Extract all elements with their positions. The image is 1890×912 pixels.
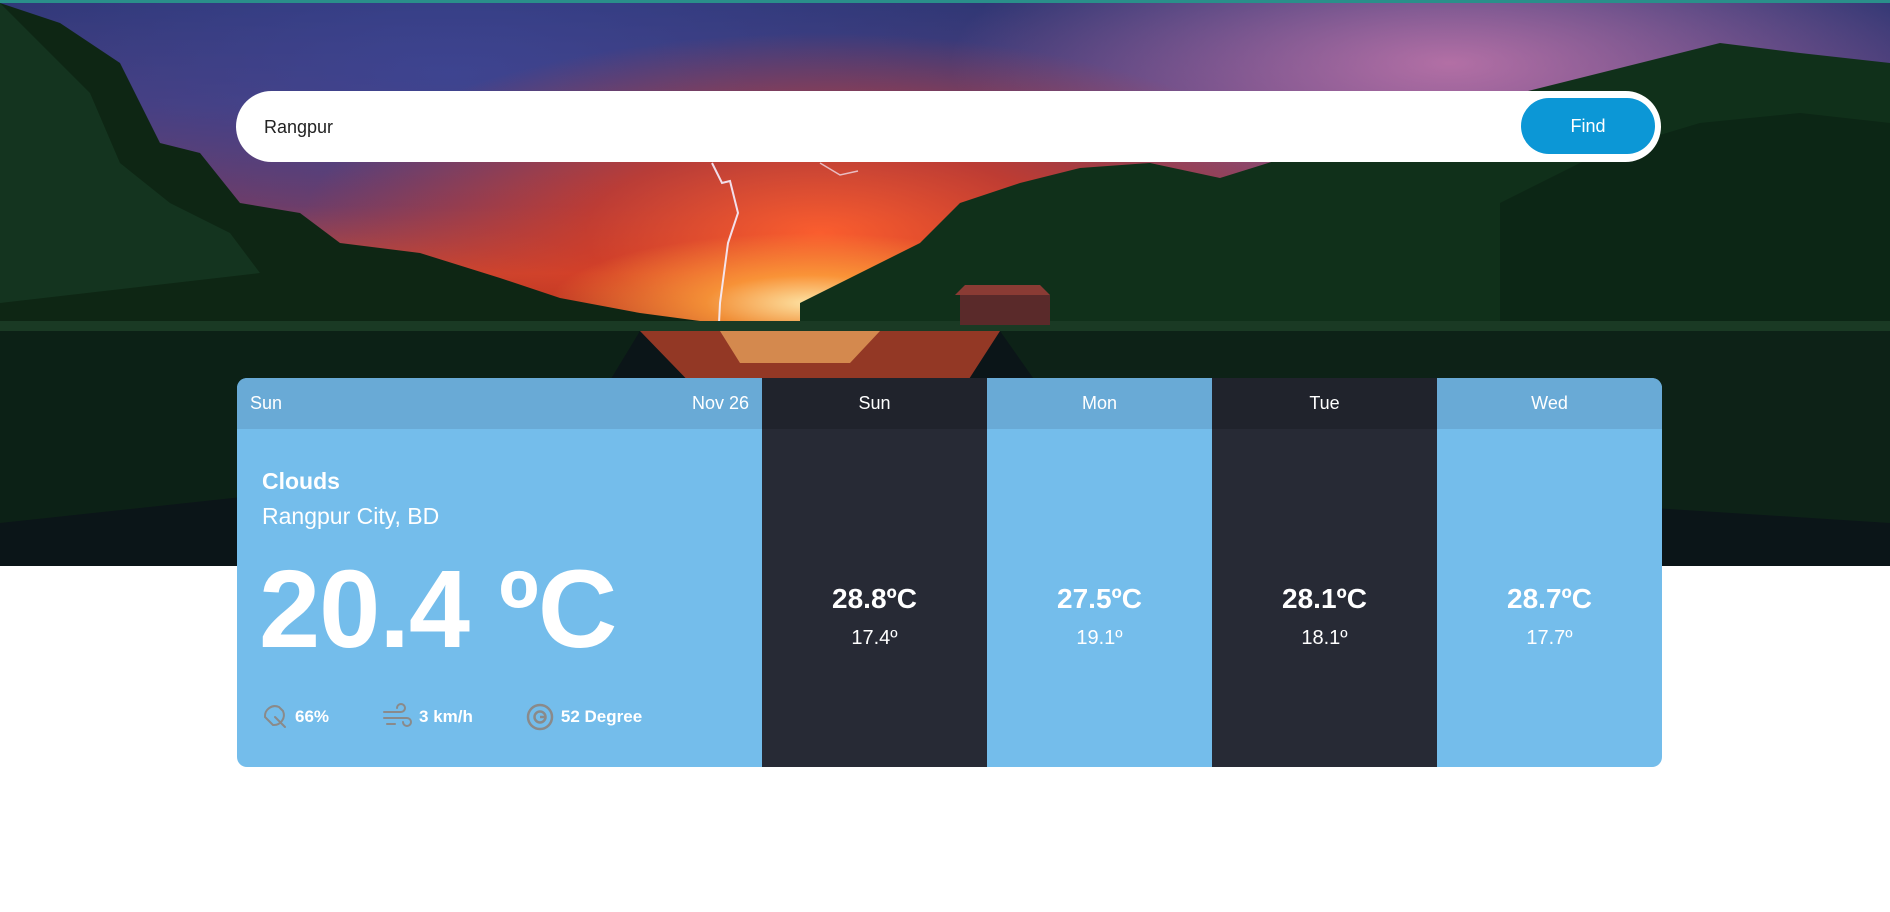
weather-card: Sun Nov 26 Clouds Rangpur City, BD 20.4 … xyxy=(237,378,1662,767)
forecast-min-temp: 18.1º xyxy=(1301,627,1348,649)
umbrella-icon xyxy=(263,705,286,728)
weather-stats: 66% 3 km/h 52 Degree xyxy=(261,702,694,732)
forecast-max-temp: 28.7ºC xyxy=(1507,583,1592,614)
forecast-max-temp: 27.5ºC xyxy=(1057,583,1142,614)
find-button[interactable]: Find xyxy=(1521,98,1655,154)
current-weather-header: Sun Nov 26 xyxy=(237,378,762,429)
weather-condition: Clouds xyxy=(262,468,340,494)
forecast-min-temp: 17.4º xyxy=(851,627,898,649)
forecast-day-name: Mon xyxy=(987,378,1212,429)
compass-icon xyxy=(526,703,554,731)
forecast-max-temp: 28.8ºC xyxy=(832,583,917,614)
wind-stat: 3 km/h xyxy=(381,703,473,731)
current-weather-panel: Sun Nov 26 Clouds Rangpur City, BD 20.4 … xyxy=(237,378,762,767)
forecast-day-name: Sun xyxy=(762,378,987,429)
forecast-day: Mon 27.5ºC 19.1º xyxy=(987,378,1212,767)
wind-value: 3 km/h xyxy=(419,707,473,726)
search-bar: Find xyxy=(236,91,1661,162)
wind-icon xyxy=(383,703,413,727)
humidity-stat: 66% xyxy=(261,703,329,731)
forecast-day-name: Tue xyxy=(1212,378,1437,429)
current-day: Sun xyxy=(250,393,283,413)
forecast-day: Sun 28.8ºC 17.4º xyxy=(762,378,987,767)
current-date: Nov 26 xyxy=(691,393,749,413)
current-temperature: 20.4 ºC xyxy=(259,548,617,671)
location-name: Rangpur City, BD xyxy=(262,503,440,529)
wind-direction-stat: 52 Degree xyxy=(525,702,642,732)
city-search-input[interactable] xyxy=(262,109,1466,145)
wind-direction-value: 52 Degree xyxy=(560,707,643,726)
forecast-min-temp: 19.1º xyxy=(1076,627,1123,649)
forecast-min-temp: 17.7º xyxy=(1526,627,1573,649)
forecast-day: Tue 28.1ºC 18.1º xyxy=(1212,378,1437,767)
forecast-day-name: Wed xyxy=(1437,378,1662,429)
forecast-day: Wed 28.7ºC 17.7º xyxy=(1437,378,1662,767)
humidity-value: 66% xyxy=(295,707,330,726)
forecast-max-temp: 28.1ºC xyxy=(1282,583,1367,614)
